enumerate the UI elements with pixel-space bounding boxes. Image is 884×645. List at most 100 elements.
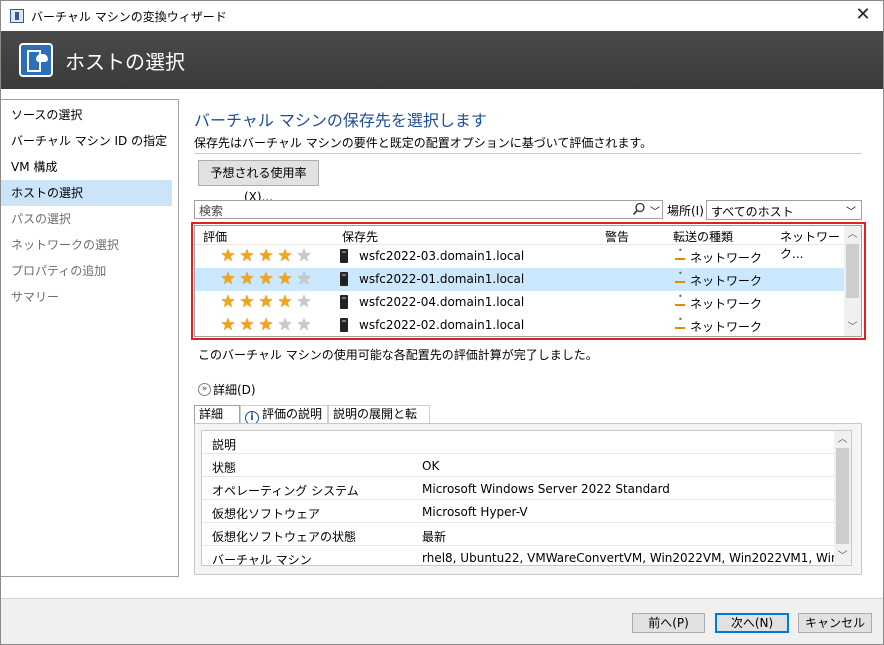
star-filled-icon: ★ [258,269,274,289]
location-value: すべてのホスト [711,205,794,219]
star-empty-icon: ★ [296,315,312,335]
star-filled-icon: ★ [220,246,236,266]
transfer-type: ネットワーク [690,274,763,288]
scroll-thumb[interactable] [846,244,859,298]
close-icon[interactable]: ✕ [853,5,873,25]
nav-item-summary: サマリー [11,290,60,304]
tab-rating-explanation[interactable]: i 評価の説明 [240,405,328,425]
host-row[interactable]: ★★★★★ wsfc2022-02.domain1.local ネットワーク [195,314,845,336]
star-filled-icon: ★ [220,269,236,289]
rating-stars: ★ ★ ★ ★ ★ [219,270,314,288]
detail-key: 仮想化ソフトウェア [212,507,321,521]
location-select[interactable]: すべてのホスト ﹀ [706,200,862,220]
hosts-scrollbar[interactable]: ︿ ﹀ [844,226,861,336]
scroll-thumb[interactable] [836,448,849,544]
star-empty-icon: ★ [277,315,293,335]
detail-key: 状態 [212,461,237,475]
tab-rating-explanation-label: 評価の説明 [262,407,323,421]
wizard-steps-nav: ソースの選択 バーチャル マシン ID の指定 VM 構成 ホストの選択 パスの… [1,99,179,577]
scroll-up-icon[interactable]: ︿ [834,431,851,448]
detail-key: オペレーティング システム [212,484,359,498]
host-name: wsfc2022-02.domain1.local [359,318,525,332]
star-filled-icon: ★ [239,292,255,312]
tab-deploy-transfer[interactable]: 説明の展開と転送 [328,405,430,438]
detail-value: Microsoft Windows Server 2022 Standard [422,482,670,496]
star-empty-icon: ★ [296,292,312,312]
nav-item-properties: プロパティの追加 [11,264,107,278]
nav-item-vm-config[interactable]: VM 構成 [1,154,178,180]
scroll-up-icon[interactable]: ︿ [844,226,861,243]
host-row[interactable]: ★★★★★ wsfc2022-01.domain1.local ネットワーク [195,268,845,291]
hosts-table-header: 評価 保存先 警告 転送の種類 ネットワーク... [195,226,845,261]
page-description: 保存先はバーチャル マシンの要件と既定の配置オプションに基づいて評価されます。 [194,136,653,150]
nav-item-source[interactable]: ソースの選択 [1,102,178,128]
prev-button[interactable]: 前へ(P) [632,613,705,633]
column-destination[interactable]: 保存先 [342,228,378,245]
search-box[interactable]: 検索 ﹀ [194,200,663,219]
detail-value: Microsoft Hyper-V [422,505,528,519]
details-toggle[interactable]: » 詳細(D) [198,381,256,398]
column-rating[interactable]: 評価 [203,228,227,245]
location-label: 場所(I) [667,204,704,218]
cancel-button[interactable]: キャンセル [798,613,872,633]
star-filled-icon: ★ [239,246,255,266]
page-title: バーチャル マシンの保存先を選択します [194,111,487,130]
star-filled-icon: ★ [239,315,255,335]
rating-stars: ★ ★ ★ ★ ★ [219,247,314,265]
details-scrollbar[interactable]: ︿ ﹀ [834,431,851,565]
detail-key: バーチャル マシン [212,553,312,566]
detail-row: バーチャル マシン rhel8, Ubuntu22, VMWareConvert… [202,546,851,566]
server-icon [340,318,348,332]
host-row[interactable]: ★★★★★ wsfc2022-03.domain1.local ネットワーク [195,245,845,268]
details-table: 説明 状態 OK オペレーティング システム Microsoft Windows… [201,430,852,566]
rating-stars: ★ ★ ★ ★ ★ [219,316,314,334]
search-icon[interactable] [632,202,646,216]
expected-usage-button[interactable]: 予想される使用率(X)... [198,160,319,204]
detail-value: OK [422,459,440,473]
status-message: このバーチャル マシンの使用可能な各配置先の評価計算が完了しました。 [198,348,598,362]
network-icon [675,269,685,283]
server-icon [340,249,348,263]
column-transfer-type[interactable]: 転送の種類 [673,228,733,245]
host-row[interactable]: ★★★★★ wsfc2022-04.domain1.local ネットワーク [195,291,845,314]
nav-item-vm-id[interactable]: バーチャル マシン ID の指定 [1,128,178,154]
transfer-type: ネットワーク [690,251,763,265]
divider [194,153,862,154]
expand-chevron-icon[interactable]: » [198,383,211,396]
star-filled-icon: ★ [239,269,255,289]
scroll-down-icon[interactable]: ﹀ [844,319,861,336]
star-filled-icon: ★ [220,292,236,312]
main-content: バーチャル マシンの保存先を選択します 保存先はバーチャル マシンの要件と既定の… [191,99,874,579]
column-warning[interactable]: 警告 [605,228,629,245]
star-empty-icon: ★ [296,269,312,289]
next-button[interactable]: 次へ(N) [715,613,789,633]
window-title: バーチャル マシンの変換ウィザード [31,9,227,24]
detail-row: 仮想化ソフトウェア Microsoft Hyper-V [202,500,836,523]
star-filled-icon: ★ [258,246,274,266]
wizard-window: バーチャル マシンの変換ウィザード ✕ ホストの選択 ソースの選択 バーチャル … [0,0,884,645]
detail-row: 状態 OK [202,454,836,477]
star-filled-icon: ★ [220,315,236,335]
host-name: wsfc2022-03.domain1.local [359,249,525,263]
detail-key: 仮想化ソフトウェアの状態 [212,530,357,544]
details-panel: 説明 状態 OK オペレーティング システム Microsoft Windows… [194,423,862,575]
tab-details[interactable]: 詳細 [194,405,240,424]
server-icon [340,272,348,286]
nav-item-network: ネットワークの選択 [11,238,120,252]
star-empty-icon: ★ [296,246,312,266]
nav-item-host[interactable]: ホストの選択 [1,180,172,206]
detail-value: rhel8, Ubuntu22, VMWareConvertVM, Win202… [422,551,852,565]
network-icon [675,292,685,306]
star-filled-icon: ★ [277,246,293,266]
search-input[interactable]: 検索 [199,202,223,219]
server-icon [340,295,348,309]
nav-item-path: パスの選択 [11,212,72,226]
footer-bar: 前へ(P) 次へ(N) キャンセル [1,598,883,644]
star-filled-icon: ★ [277,269,293,289]
banner-title: ホストの選択 [65,49,185,74]
star-filled-icon: ★ [258,315,274,335]
host-name: wsfc2022-04.domain1.local [359,295,525,309]
detail-row: オペレーティング システム Microsoft Windows Server 2… [202,477,836,500]
search-options-chevron-icon[interactable]: ﹀ [650,203,660,218]
scroll-down-icon[interactable]: ﹀ [834,548,851,565]
